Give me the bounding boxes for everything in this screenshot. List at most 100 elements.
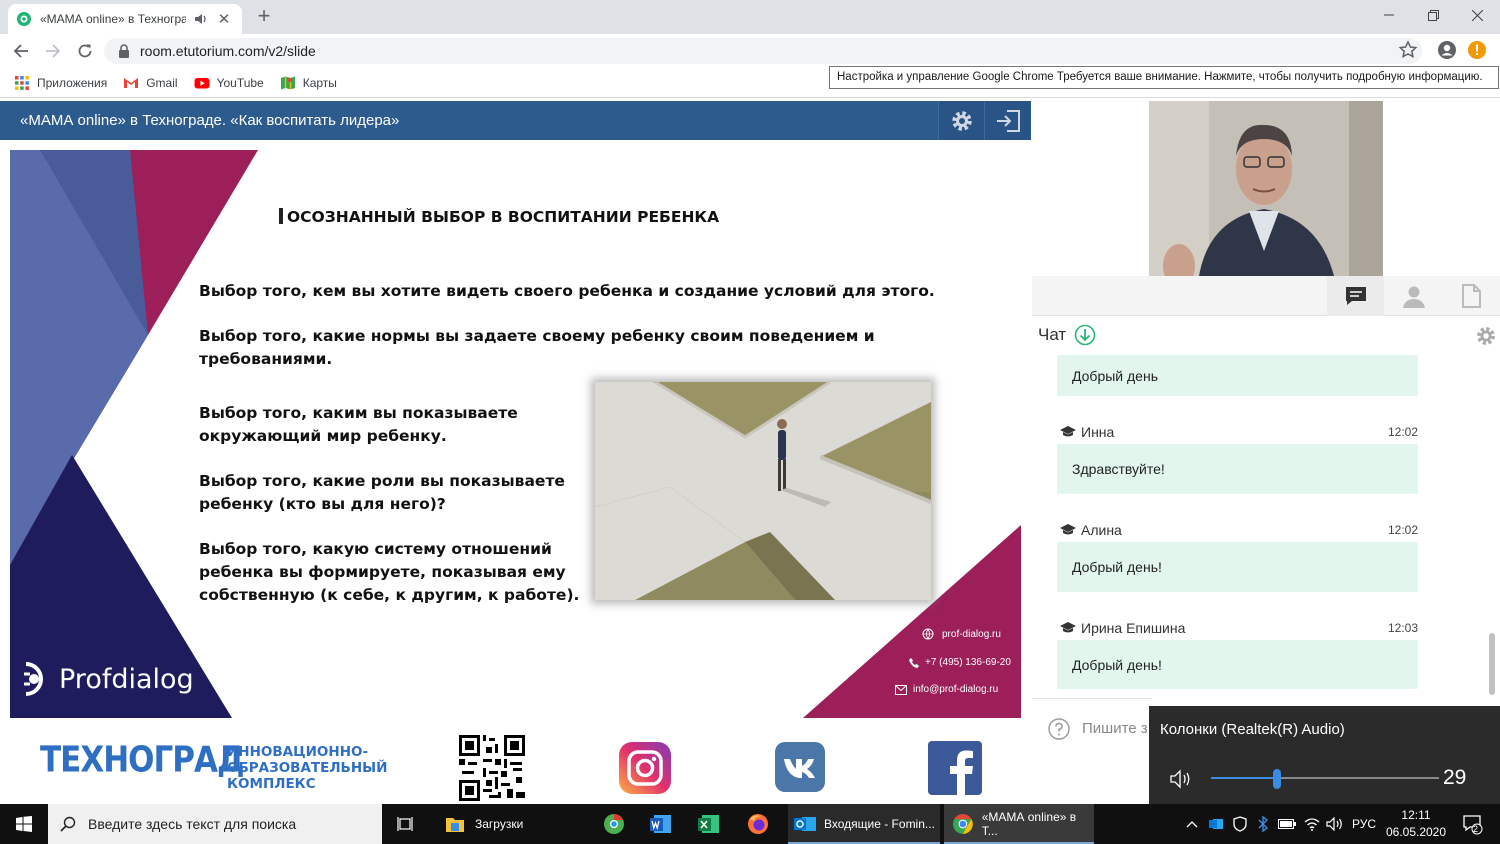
start-button[interactable] — [0, 804, 48, 844]
chat-message: Добрый день! — [1057, 542, 1418, 592]
youtube-icon — [194, 77, 210, 88]
sponsor-strip: ТЕХНОГРАД ИННОВАЦИОННО- ОБРАЗОВАТЕЛЬНЫЙ … — [0, 720, 1031, 804]
message-time: 12:02 — [1387, 425, 1418, 439]
bookmark-label: Gmail — [146, 75, 178, 90]
bookmark-youtube[interactable]: YouTube — [194, 75, 264, 91]
tray-expand-chevron-icon[interactable] — [1184, 804, 1200, 844]
chat-message: Здравствуйте! — [1057, 444, 1418, 494]
forward-button[interactable] — [41, 40, 65, 62]
taskbar-app-word[interactable] — [643, 804, 679, 844]
close-window-button[interactable] — [1454, 0, 1500, 30]
volume-slider-thumb[interactable] — [1273, 769, 1282, 789]
clock[interactable]: 12:11 06.05.2020 — [1383, 807, 1449, 841]
bookmark-gmail[interactable]: Gmail — [123, 75, 178, 91]
chat-settings-gear-icon[interactable] — [1475, 325, 1497, 347]
search-placeholder: Введите здесь текст для поиска — [88, 816, 297, 832]
slide-paragraph-5-line-2: ребенка вы формируете, показывая ему — [199, 563, 566, 581]
facebook-icon[interactable] — [928, 741, 982, 795]
chrome-icon — [952, 814, 973, 834]
graduation-cap-icon — [1060, 426, 1076, 437]
taskbar-app-excel[interactable] — [691, 804, 727, 844]
taskbar-app-chrome[interactable]: «МАМА online» в Т... — [944, 804, 1094, 844]
crossroads-photo — [595, 382, 931, 600]
excel-icon — [698, 815, 719, 833]
folder-icon — [446, 818, 464, 832]
taskbar-app-chrome-alt[interactable] — [596, 804, 632, 844]
qr-code — [459, 735, 525, 801]
windows-logo-icon — [16, 816, 32, 832]
maps-icon — [280, 76, 295, 89]
settings-button[interactable] — [938, 101, 984, 140]
profile-avatar-icon[interactable] — [1437, 40, 1457, 60]
heading-marker — [279, 208, 283, 224]
bookmark-label: Карты — [302, 75, 337, 90]
slide-paragraph-2-line-2: требованиями. — [199, 350, 333, 368]
taskbar-app-firefox[interactable] — [740, 804, 776, 844]
download-circle-icon[interactable] — [1074, 324, 1096, 346]
audio-playing-icon[interactable] — [194, 12, 208, 26]
chat-scrollbar[interactable] — [1489, 633, 1495, 695]
message-time: 12:02 — [1387, 523, 1418, 537]
phone-icon — [909, 657, 919, 668]
chat-input[interactable]: Пишите з — [1032, 698, 1152, 758]
tab-files[interactable] — [1442, 276, 1499, 316]
contact-site: prof-dialog.ru — [922, 628, 1012, 640]
author-name: Алина — [1081, 522, 1122, 538]
back-button[interactable] — [9, 40, 33, 62]
message-author: Алина — [1060, 522, 1122, 538]
slide-paragraph-4-line-2: ребенку (кто вы для него)? — [199, 495, 446, 513]
tab-participants[interactable] — [1385, 276, 1442, 316]
taskbar-app-outlook[interactable]: Входящие - Fomin... — [788, 804, 940, 844]
maps-app-icon — [604, 814, 624, 834]
maximize-button[interactable] — [1410, 0, 1456, 30]
slide-paragraph-1: Выбор того, кем вы хотите видеть своего … — [199, 282, 935, 300]
taskbar-app-label: Загрузки — [475, 817, 524, 831]
chat-title: Чат — [1038, 325, 1067, 344]
bookmark-star-icon[interactable] — [1398, 40, 1418, 60]
contact-phone-text: +7 (495) 136-69-20 — [925, 657, 1011, 668]
vk-icon[interactable] — [775, 742, 825, 792]
profdialog-logo-text: Profdialog — [59, 663, 194, 695]
instagram-icon[interactable] — [619, 742, 671, 794]
battery-icon[interactable] — [1277, 804, 1297, 844]
help-icon[interactable] — [1048, 717, 1070, 740]
task-view-button[interactable] — [384, 804, 428, 844]
task-view-icon — [397, 817, 413, 831]
input-language[interactable]: РУС — [1351, 804, 1377, 844]
speaker-icon[interactable] — [1169, 768, 1195, 790]
wifi-icon[interactable] — [1302, 804, 1322, 844]
volume-tray-icon[interactable] — [1325, 804, 1345, 844]
action-center-button[interactable]: 2 — [1455, 804, 1491, 844]
tab-close-icon[interactable]: ✕ — [216, 10, 232, 28]
message-text: Добрый день! — [1072, 559, 1162, 575]
bluetooth-icon[interactable] — [1254, 804, 1272, 844]
notification-count: 2 — [1473, 824, 1479, 834]
defender-shield-icon[interactable] — [1231, 804, 1249, 844]
minimize-button[interactable] — [1366, 0, 1412, 30]
header-actions — [938, 101, 1031, 140]
slide-paragraph-5-line-3: собственную (к себе, к другим, к работе)… — [199, 586, 580, 604]
outlook-tray-icon[interactable] — [1207, 804, 1225, 844]
volume-track[interactable] — [1211, 777, 1439, 779]
taskbar-app-explorer[interactable]: Загрузки — [437, 804, 589, 844]
firefox-icon — [748, 814, 768, 834]
tagline-line-3: КОМПЛЕКС — [227, 776, 316, 792]
taskbar-search[interactable]: Введите здесь текст для поиска — [48, 804, 382, 844]
reload-button[interactable] — [73, 40, 97, 62]
tagline-line-1: ИННОВАЦИОННО- — [227, 744, 369, 760]
apps-grid-icon — [15, 75, 29, 90]
slide-paragraph-3-line-1: Выбор того, каким вы показываете — [199, 404, 518, 422]
message-text: Добрый день — [1072, 367, 1158, 384]
exit-button[interactable] — [984, 101, 1030, 140]
browser-tab[interactable]: «МАМА online» в Техноград ✕ — [8, 4, 242, 34]
audio-device-name[interactable]: Колонки (Realtek(R) Audio) — [1160, 721, 1345, 738]
volume-flyout: Колонки (Realtek(R) Audio) 29 — [1149, 706, 1500, 804]
address-bar[interactable]: room.etutorium.com/v2/slide — [104, 38, 1422, 64]
tab-chat[interactable] — [1327, 276, 1384, 316]
bookmark-maps[interactable]: Карты — [280, 75, 337, 91]
chrome-menu-alert-icon[interactable] — [1467, 40, 1487, 60]
room-header: «МАМА online» в Технограде. «Как воспита… — [0, 101, 1031, 140]
new-tab-button[interactable]: + — [252, 5, 276, 29]
bookmark-apps[interactable]: Приложения — [14, 75, 107, 91]
search-icon — [60, 816, 76, 832]
